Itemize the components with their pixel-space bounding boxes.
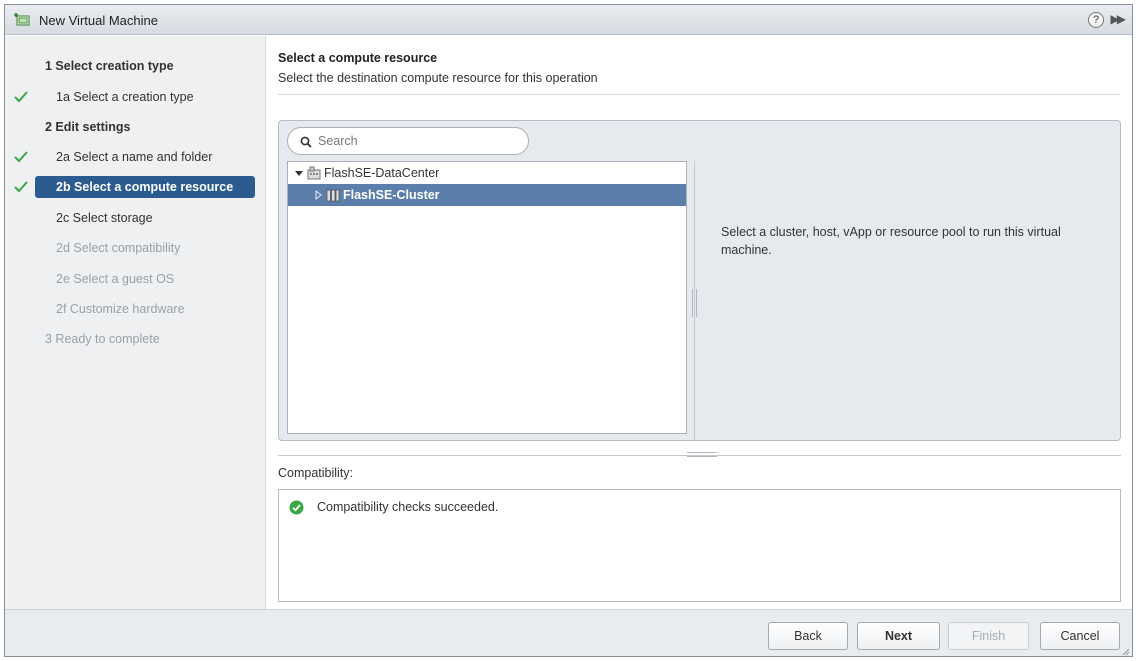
compatibility-box: Compatibility checks succeeded. <box>278 489 1121 602</box>
step-select-name-and-folder[interactable]: 2a Select a name and folder <box>5 146 266 168</box>
selection-hint: Select a cluster, host, vApp or resource… <box>721 225 1061 257</box>
step-select-guest-os: 2e Select a guest OS <box>5 268 266 290</box>
inventory-tree: FlashSE-DataCenter FlashSE-Cluster <box>287 161 687 434</box>
checkmark-icon <box>14 91 28 103</box>
step-select-a-creation-type[interactable]: 1a Select a creation type <box>5 86 266 108</box>
tree-node-datacenter[interactable]: FlashSE-DataCenter <box>288 162 686 184</box>
compatibility-message: Compatibility checks succeeded. <box>317 500 499 514</box>
resize-grip-icon[interactable] <box>1120 646 1130 656</box>
new-vm-dialog: New Virtual Machine ? ▶▶ 1 Select creati… <box>4 4 1133 657</box>
dialog-title: New Virtual Machine <box>39 13 158 28</box>
resource-selection-panel: FlashSE-DataCenter FlashSE-Cluster Selec… <box>278 120 1121 441</box>
next-button[interactable]: Next <box>857 622 940 650</box>
datacenter-icon <box>307 166 321 180</box>
expand-icon[interactable]: ▶▶ <box>1111 12 1127 26</box>
step-label: 2a Select a name and folder <box>56 150 213 164</box>
search-icon <box>300 136 312 148</box>
step-label: 2 Edit settings <box>45 120 131 134</box>
step-customize-hardware: 2f Customize hardware <box>5 298 266 320</box>
step-select-creation-type: 1 Select creation type <box>5 55 266 77</box>
divider <box>278 94 1120 95</box>
step-label: 3 Ready to complete <box>45 332 160 346</box>
back-button[interactable]: Back <box>768 622 848 650</box>
checkmark-icon <box>14 181 28 193</box>
step-label: 2d Select compatibility <box>56 241 181 255</box>
success-check-icon <box>289 500 304 515</box>
compatibility-label: Compatibility: <box>278 466 354 480</box>
step-label: 2e Select a guest OS <box>56 272 175 286</box>
expanded-arrow-icon[interactable] <box>294 162 304 184</box>
splitter-grip[interactable] <box>692 289 697 317</box>
cluster-icon <box>326 189 340 202</box>
collapsed-arrow-icon[interactable] <box>313 184 323 206</box>
title-bar: New Virtual Machine ? ▶▶ <box>5 5 1132 35</box>
step-label: 2b Select a compute resource <box>35 176 255 198</box>
step-edit-settings: 2 Edit settings <box>5 116 266 138</box>
step-select-compatibility: 2d Select compatibility <box>5 237 266 259</box>
tree-node-label: FlashSE-DataCenter <box>324 166 440 180</box>
step-select-compute-resource[interactable]: 2b Select a compute resource <box>5 176 266 198</box>
step-select-storage[interactable]: 2c Select storage <box>5 207 266 229</box>
search-box <box>287 127 529 155</box>
page-subtitle: Select the destination compute resource … <box>278 71 598 85</box>
step-label: 1 Select creation type <box>45 59 174 73</box>
step-label: 1a Select a creation type <box>56 90 194 104</box>
search-input[interactable] <box>318 131 518 151</box>
step-label: 2c Select storage <box>56 211 153 225</box>
horizontal-splitter-grip[interactable] <box>687 452 717 457</box>
cancel-button[interactable]: Cancel <box>1040 622 1120 650</box>
tree-node-cluster[interactable]: FlashSE-Cluster <box>288 184 686 206</box>
wizard-steps-sidebar: 1 Select creation type 1a Select a creat… <box>5 36 266 609</box>
tree-node-label: FlashSE-Cluster <box>343 188 440 202</box>
page-title: Select a compute resource <box>278 51 438 65</box>
dialog-footer: Back Next Finish Cancel <box>5 609 1132 656</box>
help-icon[interactable]: ? <box>1088 12 1104 28</box>
virtual-machine-icon <box>14 13 30 26</box>
step-label: 2f Customize hardware <box>56 302 185 316</box>
checkmark-icon <box>14 151 28 163</box>
step-ready-to-complete: 3 Ready to complete <box>5 328 266 350</box>
finish-button: Finish <box>948 622 1029 650</box>
main-content: Select a compute resource Select the des… <box>267 36 1132 609</box>
